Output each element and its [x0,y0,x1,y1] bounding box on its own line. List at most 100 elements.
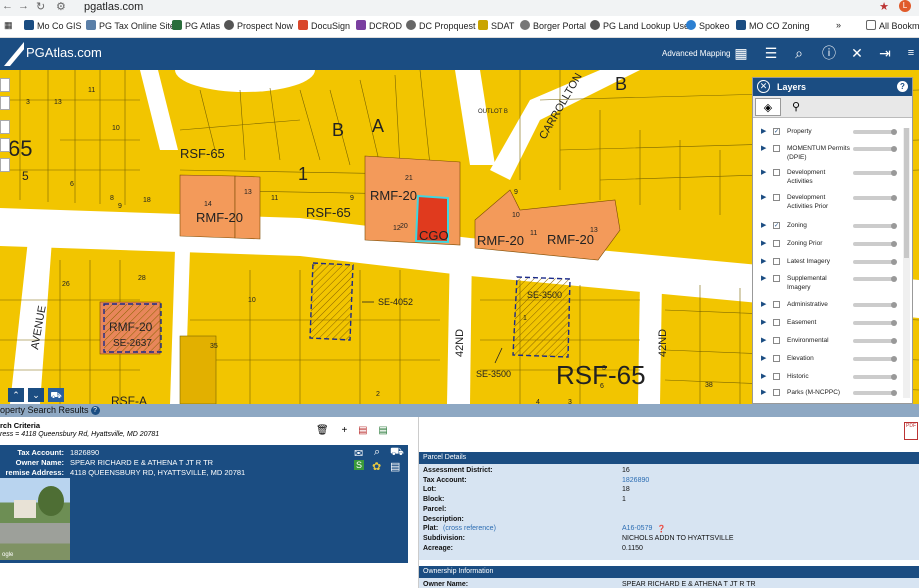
bookmark-pg-tax[interactable]: PG Tax Online Site [86,20,175,31]
mail-icon[interactable]: ✉ [354,447,363,460]
opacity-slider[interactable] [853,320,897,326]
add-to-cart-icon[interactable]: + [341,425,347,436]
bookmark-prospect-now[interactable]: Prospect Now [224,20,293,31]
opacity-slider[interactable] [853,170,897,176]
all-bookmarks[interactable]: All Bookm [866,20,919,31]
opacity-slider[interactable] [853,356,897,362]
layer-checkbox[interactable] [773,240,780,247]
expand-arrow-icon[interactable]: ▶ [761,336,766,344]
opacity-slider[interactable] [853,129,897,135]
advanced-mapping-link[interactable]: Advanced Mapping [662,49,731,58]
layer-checkbox[interactable] [773,301,780,308]
layer-checkbox[interactable]: ✓ [773,222,780,229]
layer-checkbox[interactable] [773,169,780,176]
bookmark-pg-atlas[interactable]: PG Atlas [172,20,220,31]
trash-icon[interactable]: 🗑 [316,425,329,436]
pan-up-icon[interactable]: ⌃ [8,388,24,402]
layer-checkbox[interactable] [773,355,780,362]
layer-checkbox[interactable] [773,145,780,152]
expand-arrow-icon[interactable]: ▶ [761,127,766,135]
expand-arrow-icon[interactable]: ▶ [761,318,766,326]
layers-scrollbar[interactable] [903,128,910,398]
layer-checkbox[interactable] [773,373,780,380]
opacity-slider[interactable] [853,302,897,308]
bookmark-borger-portal[interactable]: Borger Portal [520,20,586,31]
layers-help-icon[interactable]: ? [897,81,908,92]
detail-value[interactable]: 1826890 [622,477,649,484]
toolbar-button[interactable] [0,158,10,172]
bookmark-spokeo[interactable]: Spokeo [686,20,730,31]
opacity-slider[interactable] [853,276,897,282]
tab-layers-stack-icon[interactable]: ◈ [755,98,781,116]
expand-arrow-icon[interactable]: ▶ [761,300,766,308]
bookmark-sdat[interactable]: SDAT [478,20,514,31]
bookmark-mo-co-gis[interactable]: Mo Co GIS [24,20,82,31]
opacity-slider[interactable] [853,390,897,396]
sign-in-icon[interactable]: ⇥ [876,44,894,62]
expand-arrow-icon[interactable]: ▶ [761,372,766,380]
excel-icon[interactable]: ▤ [378,425,387,436]
expand-arrow-icon[interactable]: ▶ [761,221,766,229]
expand-arrow-icon[interactable]: ▶ [761,144,766,152]
bookmark-star-icon[interactable]: ★ [879,0,889,13]
app-logo[interactable]: PGAtlas.com [26,45,102,60]
layer-checkbox[interactable] [773,319,780,326]
layer-checkbox[interactable] [773,258,780,265]
zoom-icon[interactable]: ⌕ [374,446,380,459]
tab-legend-icon[interactable]: ⚲ [783,98,809,116]
zone-rmf20-b[interactable] [234,175,261,240]
expand-arrow-icon[interactable]: ▶ [761,274,766,282]
info-icon[interactable]: ⓘ [820,44,838,62]
forward-icon[interactable]: → [18,0,29,12]
layer-checkbox[interactable]: ✓ [773,128,780,135]
toolbar-button[interactable] [0,138,10,152]
layer-checkbox[interactable] [773,275,780,282]
detail-value[interactable]: A16-0579 [622,525,652,532]
expand-arrow-icon[interactable]: ▶ [761,257,766,265]
opacity-slider[interactable] [853,223,897,229]
pdf-export-icon[interactable]: PDF [904,422,918,440]
menu-icon[interactable]: ≡ [902,44,919,62]
layers-icon[interactable]: ☰ [762,44,780,62]
apps-icon[interactable]: ▦ [4,20,13,31]
toolbar-button[interactable] [0,96,10,110]
tools-icon[interactable]: ✕ [848,44,866,62]
expand-arrow-icon[interactable]: ▶ [761,193,766,201]
expand-arrow-icon[interactable]: ▶ [761,354,766,362]
street-view-photo[interactable]: ogle [0,478,70,560]
opacity-slider[interactable] [853,338,897,344]
opacity-slider[interactable] [853,259,897,265]
cross-reference-link[interactable]: (cross reference) [443,525,496,532]
bookmark-mo-co-zoning[interactable]: MO CO Zoning [736,20,810,31]
layer-checkbox[interactable] [773,337,780,344]
back-icon[interactable]: ← [2,0,13,12]
search-icon[interactable]: ⌕ [790,44,808,62]
expand-arrow-icon[interactable]: ▶ [761,388,766,396]
overlay-se3500[interactable] [512,276,571,358]
bookmarks-more[interactable]: » [836,20,841,30]
expand-arrow-icon[interactable]: ▶ [761,239,766,247]
reload-icon[interactable]: ↻ [36,0,45,13]
bookmark-dcrod[interactable]: DCROD [356,20,402,31]
results-help-icon[interactable]: ? [90,406,100,415]
grid-icon[interactable]: ▦ [732,44,750,62]
opacity-slider[interactable] [853,146,897,152]
address-bar[interactable]: pgatlas.com [84,1,143,13]
close-icon[interactable]: ✕ [757,80,770,93]
s-icon[interactable]: S [354,460,365,470]
layer-checkbox[interactable] [773,194,780,201]
doc-icon[interactable]: ▤ [390,460,400,473]
toolbar-button[interactable] [0,120,10,134]
opacity-slider[interactable] [853,241,897,247]
cart-icon[interactable]: ⛟ [48,388,64,402]
map-pin-icon[interactable]: ✿ [372,460,381,473]
layer-checkbox[interactable] [773,389,780,396]
cart-add-icon[interactable]: ⛟ [390,446,404,460]
bookmark-pg-land-lookup[interactable]: PG Land Lookup Use [590,20,689,31]
opacity-slider[interactable] [853,195,897,201]
zone-rmf20-d[interactable] [474,189,621,261]
opacity-slider[interactable] [853,374,897,380]
pdf-icon[interactable]: ▤ [358,425,367,436]
expand-arrow-icon[interactable]: ▶ [761,168,766,176]
overlay-se4052[interactable] [309,262,354,341]
